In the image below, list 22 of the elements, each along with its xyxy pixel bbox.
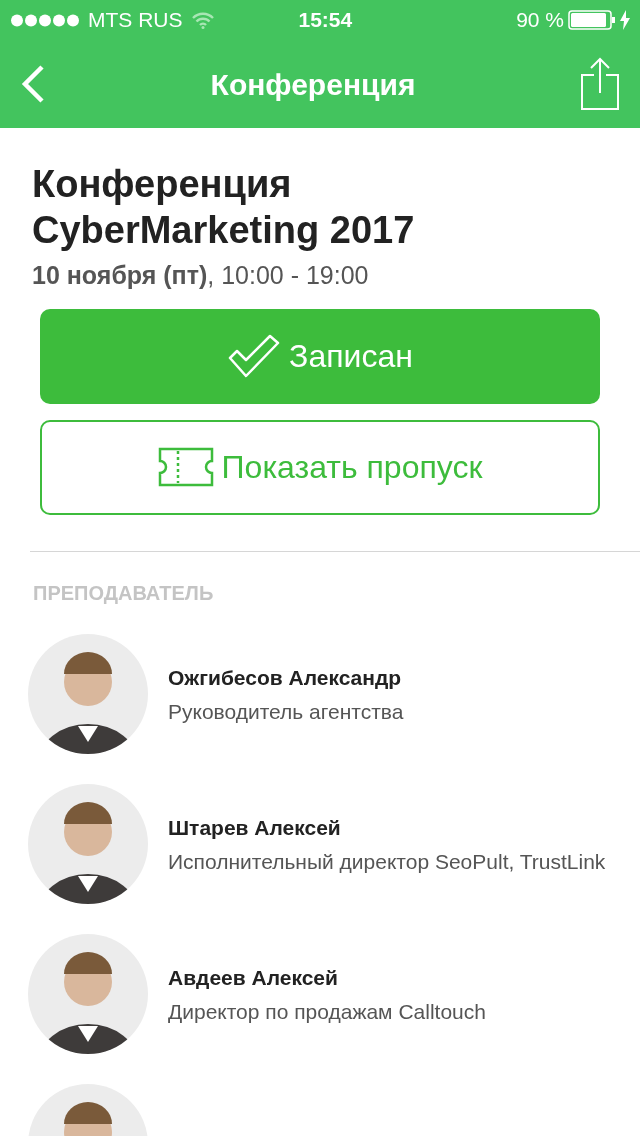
section-heading: ПРЕПОДАВАТЕЛЬ xyxy=(32,580,215,606)
screen-title: Конференция xyxy=(210,66,416,103)
speaker-name: Штарев Алексей xyxy=(168,815,342,842)
speaker-role: Исполнительный директор SeoPult, TrustLink xyxy=(168,848,606,875)
event-date: 10 ноября (пт), 10:00 - 19:00 xyxy=(32,260,370,292)
carrier-name: MTS RUS xyxy=(88,7,183,34)
event-title: Конференция CyberMarketing 2017 xyxy=(32,162,416,253)
share-icon[interactable] xyxy=(580,57,620,111)
wifi-icon xyxy=(190,11,215,29)
back-button[interactable] xyxy=(20,64,46,104)
registered-button[interactable]: Записан xyxy=(40,308,600,404)
ticket-icon xyxy=(157,447,214,488)
speaker-name: Авдеев Алексей xyxy=(168,965,339,992)
speaker-name: Ожгибесов Александр xyxy=(168,665,403,692)
clock-time: 15:54 xyxy=(298,7,353,34)
check-icon xyxy=(227,333,282,380)
speaker-role: Руководитель агентства xyxy=(168,698,404,725)
battery-icon xyxy=(568,10,616,30)
show-pass-button[interactable]: Показать пропуск xyxy=(40,419,600,515)
speaker-role: Директор по продажам Calltouch xyxy=(168,998,486,1025)
signal-icon xyxy=(10,13,80,27)
battery-percent: 90 % xyxy=(516,7,564,34)
